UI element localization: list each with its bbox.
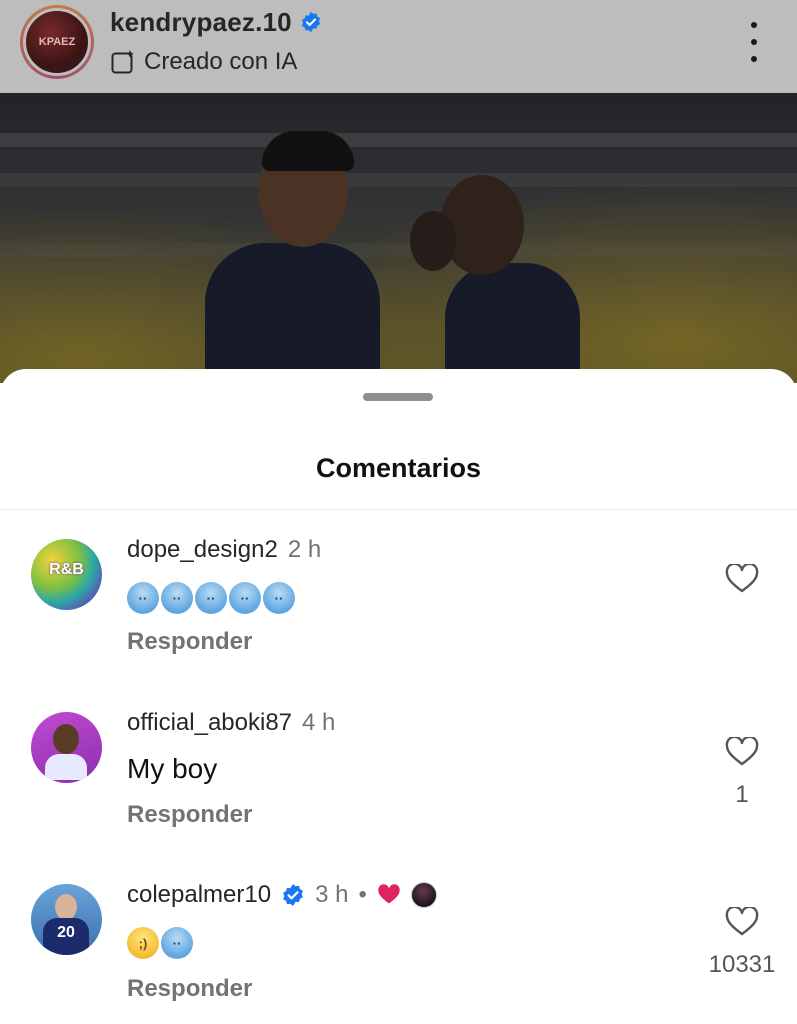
comment-time: 2 h (287, 536, 322, 563)
instagram-comments-screen: KPAEZ kendrypaez.10 Creado con IA Coment… (0, 0, 797, 1024)
author-avatar[interactable]: KPAEZ (20, 5, 94, 79)
post-header: KPAEZ kendrypaez.10 Creado con IA (0, 0, 797, 93)
comment-text: ·· ·· ·· ·· ·· 🥶🥶🥶🥶🥶 (127, 582, 295, 614)
commenter-avatar[interactable] (31, 712, 102, 783)
author-username-row[interactable]: kendrypaez.10 (110, 4, 322, 40)
ai-sparkle-icon (111, 50, 134, 74)
like-count: 1 (735, 781, 749, 808)
comment-text: My boy (127, 753, 218, 784)
cold-face-emoji: ·· (161, 927, 193, 959)
comment-item: R&B dope_design2 2 h ·· ·· ·· ·· ·· 🥶🥶🥶🥶… (0, 534, 797, 664)
cold-face-emoji: ·· (161, 582, 193, 614)
like-count: 10331 (708, 951, 776, 978)
like-heart-icon[interactable] (725, 907, 759, 937)
comment-time: 4 h (302, 709, 336, 736)
commenter-avatar[interactable]: R&B (31, 539, 102, 610)
author-mini-avatar (410, 882, 437, 908)
comment-header: official_aboki87 4 h (127, 709, 335, 737)
commenter-username[interactable]: colepalmer10 (127, 881, 271, 909)
comment-item: official_aboki87 4 h My boy Responder 1 (0, 707, 797, 837)
post-image (0, 93, 797, 383)
author-liked-heart-icon (378, 884, 400, 904)
more-options-icon[interactable] (742, 22, 766, 62)
verified-badge-icon (301, 11, 320, 33)
author-avatar-image: KPAEZ (23, 8, 91, 76)
ai-label: Creado con IA (144, 48, 298, 75)
cold-face-emoji: ·· (195, 582, 227, 614)
sheet-drag-handle[interactable] (363, 393, 433, 401)
commenter-avatar[interactable]: 20 (31, 884, 102, 955)
comment-header: dope_design2 2 h (127, 536, 321, 564)
cold-face-emoji: ·· (127, 582, 159, 614)
comment-text: ;) ·· 😉🥶 (127, 927, 193, 959)
commenter-username[interactable]: official_aboki87 (127, 709, 292, 737)
commenter-username[interactable]: dope_design2 (127, 536, 278, 564)
sheet-divider (0, 509, 797, 510)
comment-header: colepalmer10 3 h • (127, 881, 437, 909)
verified-badge-icon (283, 884, 303, 906)
reply-button[interactable]: Responder (127, 801, 252, 829)
winking-face-emoji: ;) (127, 927, 159, 959)
comment-item: 20 colepalmer10 3 h • ;) ·· Responder 10… (0, 879, 797, 1019)
ai-label-row[interactable]: Creado con IA (110, 44, 297, 80)
emoji-row: ·· ·· ·· ·· ·· (127, 582, 295, 614)
author-username[interactable]: kendrypaez.10 (110, 7, 292, 38)
like-heart-icon[interactable] (725, 564, 759, 594)
cold-face-emoji: ·· (229, 582, 261, 614)
sheet-title: Comentarios (315, 453, 482, 483)
reply-button[interactable]: Responder (127, 628, 252, 656)
like-heart-icon[interactable] (725, 737, 759, 767)
cold-face-emoji: ·· (263, 582, 295, 614)
comment-time: 3 h (315, 881, 349, 908)
separator-dot: • (358, 881, 367, 908)
comments-sheet: Comentarios R&B dope_design2 2 h ·· ·· ·… (0, 369, 797, 1024)
emoji-row: ;) ·· (127, 927, 193, 959)
reply-button[interactable]: Responder (127, 975, 252, 1003)
